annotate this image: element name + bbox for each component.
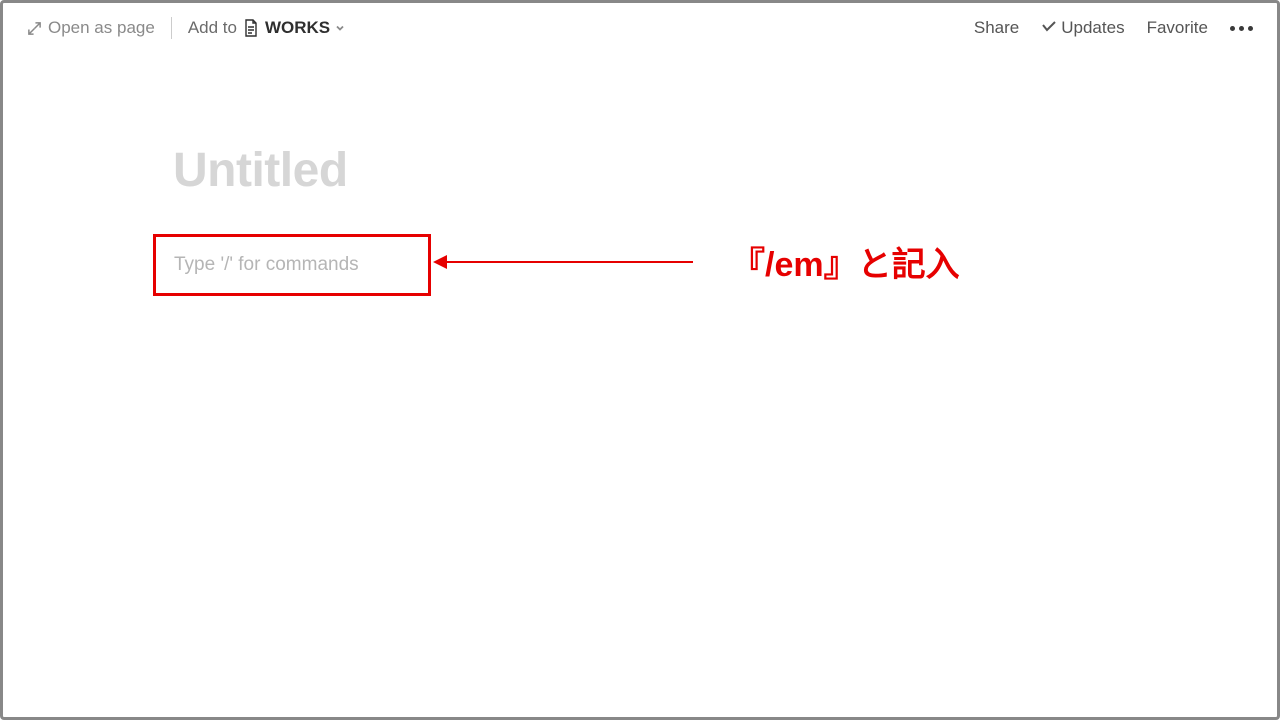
chevron-down-icon: [334, 22, 346, 34]
topbar-right: Share Updates Favorite: [974, 18, 1253, 38]
page-title[interactable]: Untitled: [173, 143, 1277, 198]
command-input-placeholder: Type '/' for commands: [174, 254, 359, 276]
more-menu-button[interactable]: [1230, 26, 1253, 31]
share-label: Share: [974, 18, 1019, 38]
annotation-text: 『/em』と記入: [731, 237, 960, 286]
document-icon: [243, 19, 259, 37]
divider: [171, 17, 172, 39]
add-to-button[interactable]: Add to WORKS: [188, 18, 346, 38]
open-as-page-button[interactable]: Open as page: [27, 18, 155, 38]
topbar: Open as page Add to WORKS: [3, 3, 1277, 53]
command-input-highlight[interactable]: Type '/' for commands: [153, 234, 431, 296]
updates-label: Updates: [1061, 18, 1124, 38]
breadcrumb-label: WORKS: [265, 18, 330, 38]
expand-icon: [27, 21, 42, 36]
updates-button[interactable]: Updates: [1041, 18, 1124, 38]
add-to-label: Add to: [188, 18, 237, 38]
annotation: 『/em』と記入: [435, 237, 960, 286]
topbar-left: Open as page Add to WORKS: [27, 17, 346, 39]
check-icon: [1041, 20, 1057, 36]
favorite-label: Favorite: [1147, 18, 1208, 38]
favorite-button[interactable]: Favorite: [1147, 18, 1208, 38]
annotation-arrow: [435, 261, 693, 263]
share-button[interactable]: Share: [974, 18, 1019, 38]
open-as-page-label: Open as page: [48, 18, 155, 38]
breadcrumb[interactable]: WORKS: [265, 18, 346, 38]
